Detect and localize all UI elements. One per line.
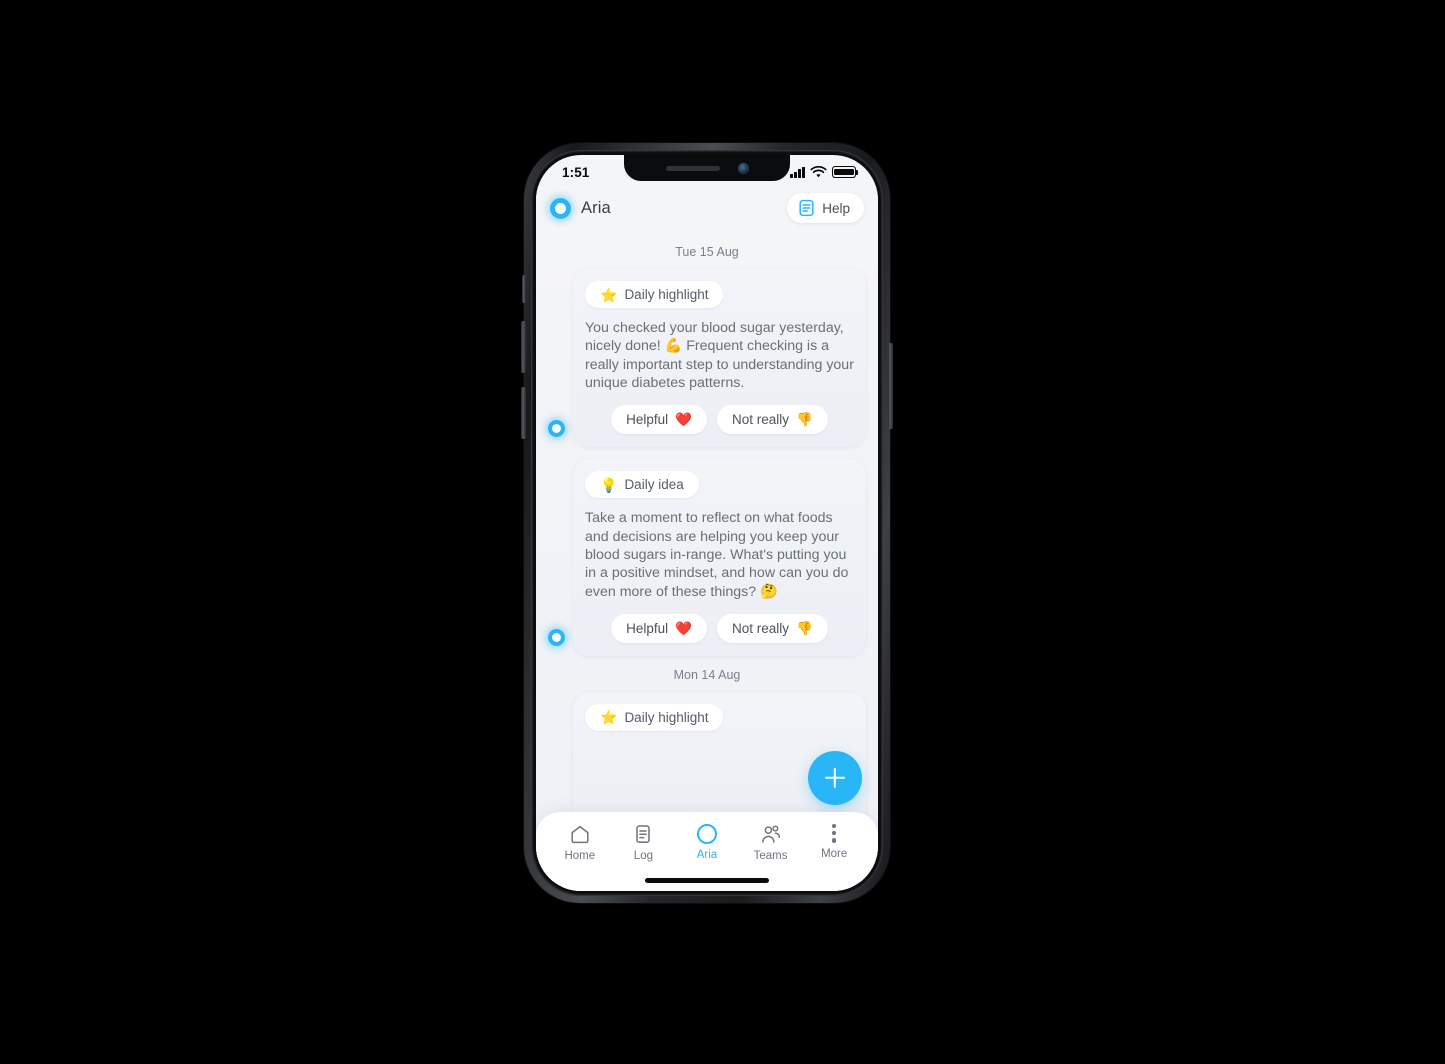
power-button[interactable] <box>888 343 893 429</box>
bottom-navigation-bar: Home Log Aria Teams More <box>536 812 878 891</box>
message-row: 💡 Daily idea Take a moment to reflect on… <box>548 459 866 656</box>
message-row: ⭐ Daily highlight You checked your blood… <box>548 269 866 448</box>
aria-assistant-avatar-icon <box>550 197 571 219</box>
aria-ring-icon <box>696 824 717 844</box>
volume-up-button[interactable] <box>521 321 526 373</box>
volume-down-button[interactable] <box>521 387 526 439</box>
home-indicator <box>645 878 769 883</box>
message-bubble[interactable]: 💡 Daily idea Take a moment to reflect on… <box>573 459 866 656</box>
message-bubble[interactable]: ⭐ Daily highlight You checked your blood… <box>573 269 866 448</box>
thumbs-down-emoji-icon: 👎 <box>796 620 813 636</box>
reaction-helpful-label: Helpful <box>626 412 669 428</box>
heart-emoji-icon: ❤️ <box>675 412 692 427</box>
message-category-label: Daily highlight <box>624 709 709 725</box>
reaction-helpful-button[interactable]: Helpful ❤️ <box>611 405 707 435</box>
nav-label-teams: Teams <box>753 850 788 862</box>
cellular-bars-icon <box>790 166 805 178</box>
teams-people-icon <box>761 825 780 843</box>
nav-item-aria[interactable]: Aria <box>675 823 739 861</box>
nav-item-log[interactable]: Log <box>612 823 676 862</box>
help-button-label: Help <box>822 200 850 216</box>
nav-item-home[interactable]: Home <box>548 823 612 862</box>
reaction-not-really-label: Not really <box>732 412 790 428</box>
nav-label-home: Home <box>564 850 596 862</box>
reaction-helpful-button[interactable]: Helpful ❤️ <box>611 613 707 643</box>
log-document-icon <box>636 825 651 843</box>
wifi-icon <box>810 165 827 177</box>
page-title: Aria <box>581 198 611 217</box>
help-button[interactable]: Help <box>787 193 864 223</box>
nav-label-aria: Aria <box>696 849 718 861</box>
star-emoji-icon: ⭐ <box>600 709 618 726</box>
heart-emoji-icon: ❤️ <box>675 620 692 636</box>
message-text: Take a moment to reflect on what foods a… <box>585 510 853 600</box>
front-camera-icon <box>737 162 749 174</box>
nav-label-log: Log <box>633 850 653 862</box>
message-category-label: Daily highlight <box>624 287 709 302</box>
earpiece-speaker-icon <box>665 165 720 171</box>
aria-assistant-avatar-icon <box>548 420 565 438</box>
nav-label-more: More <box>821 847 848 860</box>
message-reactions: Helpful ❤️ Not really 👎 <box>585 405 854 435</box>
add-entry-fab-button[interactable] <box>808 751 862 805</box>
message-reactions: Helpful ❤️ Not really 👎 <box>585 613 854 643</box>
day-separator-second: Mon 14 Aug <box>673 667 741 682</box>
star-emoji-icon: ⭐ <box>600 286 618 303</box>
nav-item-more[interactable]: More <box>802 823 866 860</box>
device-notch <box>624 155 790 181</box>
nav-item-teams[interactable]: Teams <box>739 823 803 862</box>
battery-full-icon <box>832 166 859 178</box>
phone-screen: 1:51 Aria Help Tue 15 Aug ⭐ Daily highli… <box>536 155 878 891</box>
lightbulb-emoji-icon: 💡 <box>600 476 618 493</box>
aria-assistant-avatar-icon <box>548 628 565 646</box>
day-separator-first: Tue 15 Aug <box>675 245 739 259</box>
message-category-chip: 💡 Daily idea <box>585 471 699 499</box>
reaction-helpful-label: Helpful <box>626 620 669 636</box>
message-category-chip: ⭐ Daily highlight <box>585 703 724 731</box>
screenshot-canvas: 1:51 Aria Help Tue 15 Aug ⭐ Daily highli… <box>0 0 1445 1064</box>
document-help-icon <box>799 199 814 217</box>
reaction-not-really-button[interactable]: Not really 👎 <box>717 405 828 435</box>
status-time: 1:51 <box>562 164 590 180</box>
phone-device-frame: 1:51 Aria Help Tue 15 Aug ⭐ Daily highli… <box>521 143 893 903</box>
message-category-chip: ⭐ Daily highlight <box>585 281 724 308</box>
app-header: Aria Help <box>536 185 878 231</box>
more-dots-icon <box>832 824 837 843</box>
reaction-not-really-button[interactable]: Not really 👎 <box>717 613 828 643</box>
status-icons-group <box>790 165 859 179</box>
silent-switch-button[interactable] <box>522 275 526 303</box>
message-category-label: Daily idea <box>624 477 684 493</box>
home-icon <box>571 825 589 844</box>
reaction-not-really-label: Not really <box>732 620 790 636</box>
thumbs-down-emoji-icon: 👎 <box>796 412 813 427</box>
message-text: You checked your blood sugar yesterday, … <box>585 320 858 391</box>
